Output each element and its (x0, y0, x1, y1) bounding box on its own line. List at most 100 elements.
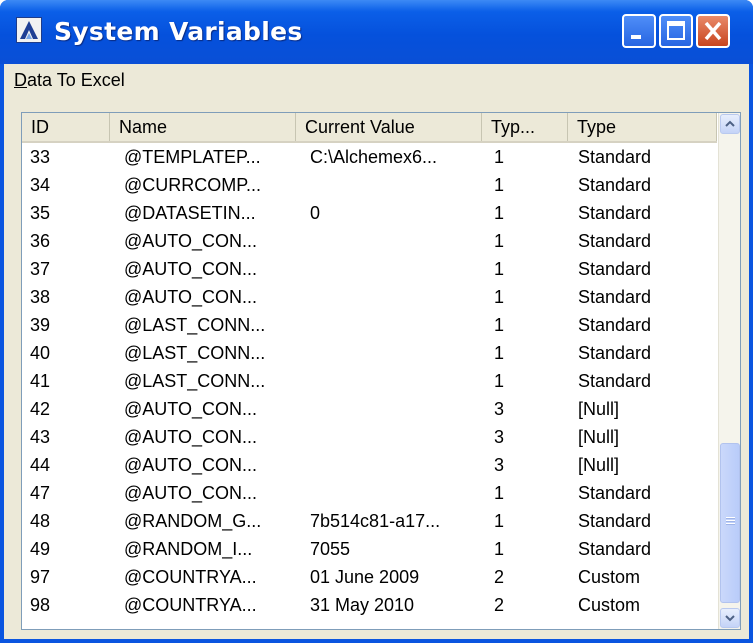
cell-current-value (310, 395, 490, 423)
cell-type-id: 1 (494, 259, 505, 279)
table-row[interactable]: 39 @LAST_CONN... 1 Standard (22, 311, 717, 339)
table-row[interactable]: 36 @AUTO_CON... 1 Standard (22, 227, 717, 255)
app-logo-icon (16, 17, 42, 43)
table-row[interactable]: 37 @AUTO_CON... 1 Standard (22, 255, 717, 283)
cell-current-value: 31 May 2010 (310, 595, 415, 615)
cell-current-value: 0 (310, 203, 321, 223)
cell-id: 34 (30, 175, 51, 195)
cell-type: Standard (578, 511, 652, 531)
cell-id: 49 (30, 539, 51, 559)
table-row[interactable]: 43 @AUTO_CON... 3 [Null] (22, 423, 717, 451)
cell-type: Standard (578, 175, 652, 195)
system-variables-window: System Variables Data To Excel ID Name C… (0, 0, 753, 643)
maximize-button[interactable] (659, 14, 693, 48)
cell-id: 40 (30, 343, 51, 363)
cell-current-value (310, 451, 490, 479)
cell-id: 98 (30, 595, 51, 615)
cell-type-id: 3 (494, 427, 505, 447)
table-row[interactable]: 33 @TEMPLATEP... C:\Alchemex6... 1 Standard (22, 143, 717, 171)
thumb-grip (726, 518, 735, 519)
cell-type: Custom (578, 567, 641, 587)
cell-id: 97 (30, 567, 51, 587)
cell-name: @AUTO_CON... (124, 231, 257, 251)
cell-current-value: 7055 (310, 539, 351, 559)
menu-mnemonic: D (14, 70, 27, 90)
cell-current-value (310, 283, 490, 311)
cell-name: @AUTO_CON... (124, 483, 257, 503)
thumb-grip (726, 524, 735, 525)
variables-list-view[interactable]: ID Name Current Value Typ... Type 3 3 @TEM… (21, 112, 741, 630)
cell-id: 44 (30, 455, 51, 475)
cell-name: @CURRCOMP... (124, 175, 261, 195)
cell-name: @TEMPLATEP... (124, 147, 261, 167)
menu-data-to-excel[interactable]: Data To Excel (14, 70, 125, 91)
minimize-button[interactable] (622, 14, 656, 48)
cell-type: Standard (578, 147, 652, 167)
table-row[interactable]: 41 @LAST_CONN... 1 Standard (22, 367, 717, 395)
title-bar[interactable]: System Variables (0, 0, 753, 64)
table-row[interactable]: 48 @RANDOM_G... 7b514c81-a17... 1 Standard (22, 507, 717, 535)
cell-name: @COUNTRYA... (124, 595, 257, 615)
cell-name: @LAST_CONN... (124, 371, 266, 391)
cell-name: @AUTO_CON... (124, 399, 257, 419)
cell-current-value (310, 479, 490, 507)
cell-type: [Null] (578, 399, 620, 419)
table-row[interactable]: 44 @AUTO_CON... 3 [Null] (22, 451, 717, 479)
vertical-scrollbar[interactable] (718, 113, 740, 629)
menu-label: ata To Excel (27, 70, 125, 90)
cell-current-value: 01 June 2009 (310, 567, 420, 587)
cell-type: [Null] (578, 427, 620, 447)
cell-current-value (310, 367, 490, 395)
thumb-grip (726, 521, 735, 522)
cell-type-id: 1 (494, 175, 505, 195)
cell-id: 35 (30, 203, 51, 223)
table-row[interactable]: 35 @DATASETIN... 0 1 Standard (22, 199, 717, 227)
cell-type-id: 3 (494, 399, 505, 419)
column-header-type-id[interactable]: Typ... (482, 113, 568, 141)
maximize-icon (667, 21, 685, 40)
cell-type-id: 1 (494, 231, 505, 251)
close-button[interactable] (696, 14, 730, 48)
scroll-up-button[interactable] (720, 114, 740, 134)
cell-type-id: 1 (494, 483, 505, 503)
column-header-type[interactable]: Type (568, 113, 717, 141)
cell-current-value (310, 171, 490, 199)
cell-name: @DATASETIN... (124, 203, 256, 223)
cell-id: 36 (30, 231, 51, 251)
cell-type: Standard (578, 371, 652, 391)
cell-id: 38 (30, 287, 51, 307)
column-header-name[interactable]: Name (110, 113, 296, 141)
scroll-down-button[interactable] (720, 608, 740, 628)
column-header-id[interactable]: ID (22, 113, 110, 141)
cell-name: @AUTO_CON... (124, 287, 257, 307)
table-row[interactable]: 98 @COUNTRYA... 31 May 2010 2 Custom (22, 591, 717, 619)
cell-type: Standard (578, 539, 652, 559)
cell-name: @COUNTRYA... (124, 567, 257, 587)
table-row[interactable]: 97 @COUNTRYA... 01 June 2009 2 Custom (22, 563, 717, 591)
table-row[interactable]: 38 @AUTO_CON... 1 Standard (22, 283, 717, 311)
column-header-current-value[interactable]: Current Value (296, 113, 482, 141)
table-row[interactable]: 47 @AUTO_CON... 1 Standard (22, 479, 717, 507)
scroll-thumb[interactable] (720, 443, 740, 603)
cell-type: Standard (578, 231, 652, 251)
cell-current-value (310, 423, 490, 451)
cell-name: @AUTO_CON... (124, 259, 257, 279)
table-row[interactable]: 40 @LAST_CONN... 1 Standard (22, 339, 717, 367)
cell-type-id: 1 (494, 315, 505, 335)
client-area: ID Name Current Value Typ... Type 3 3 @TEM… (4, 96, 749, 639)
cell-type: Standard (578, 203, 652, 223)
cell-type: Standard (578, 315, 652, 335)
cell-type-id: 1 (494, 147, 505, 167)
cell-current-value: 7b514c81-a17... (310, 511, 441, 531)
chevron-up-icon (725, 120, 735, 127)
cell-id: 48 (30, 511, 51, 531)
table-row[interactable]: 34 @CURRCOMP... 1 Standard (22, 171, 717, 199)
table-row[interactable]: 42 @AUTO_CON... 3 [Null] (22, 395, 717, 423)
cell-name: @AUTO_CON... (124, 427, 257, 447)
table-row[interactable]: 49 @RANDOM_I... 7055 1 Standard (22, 535, 717, 563)
cell-id: 43 (30, 427, 51, 447)
cell-type-id: 2 (494, 595, 505, 615)
column-header-row: ID Name Current Value Typ... Type (22, 113, 717, 143)
cell-type-id: 1 (494, 203, 505, 223)
minimize-icon (631, 35, 641, 39)
